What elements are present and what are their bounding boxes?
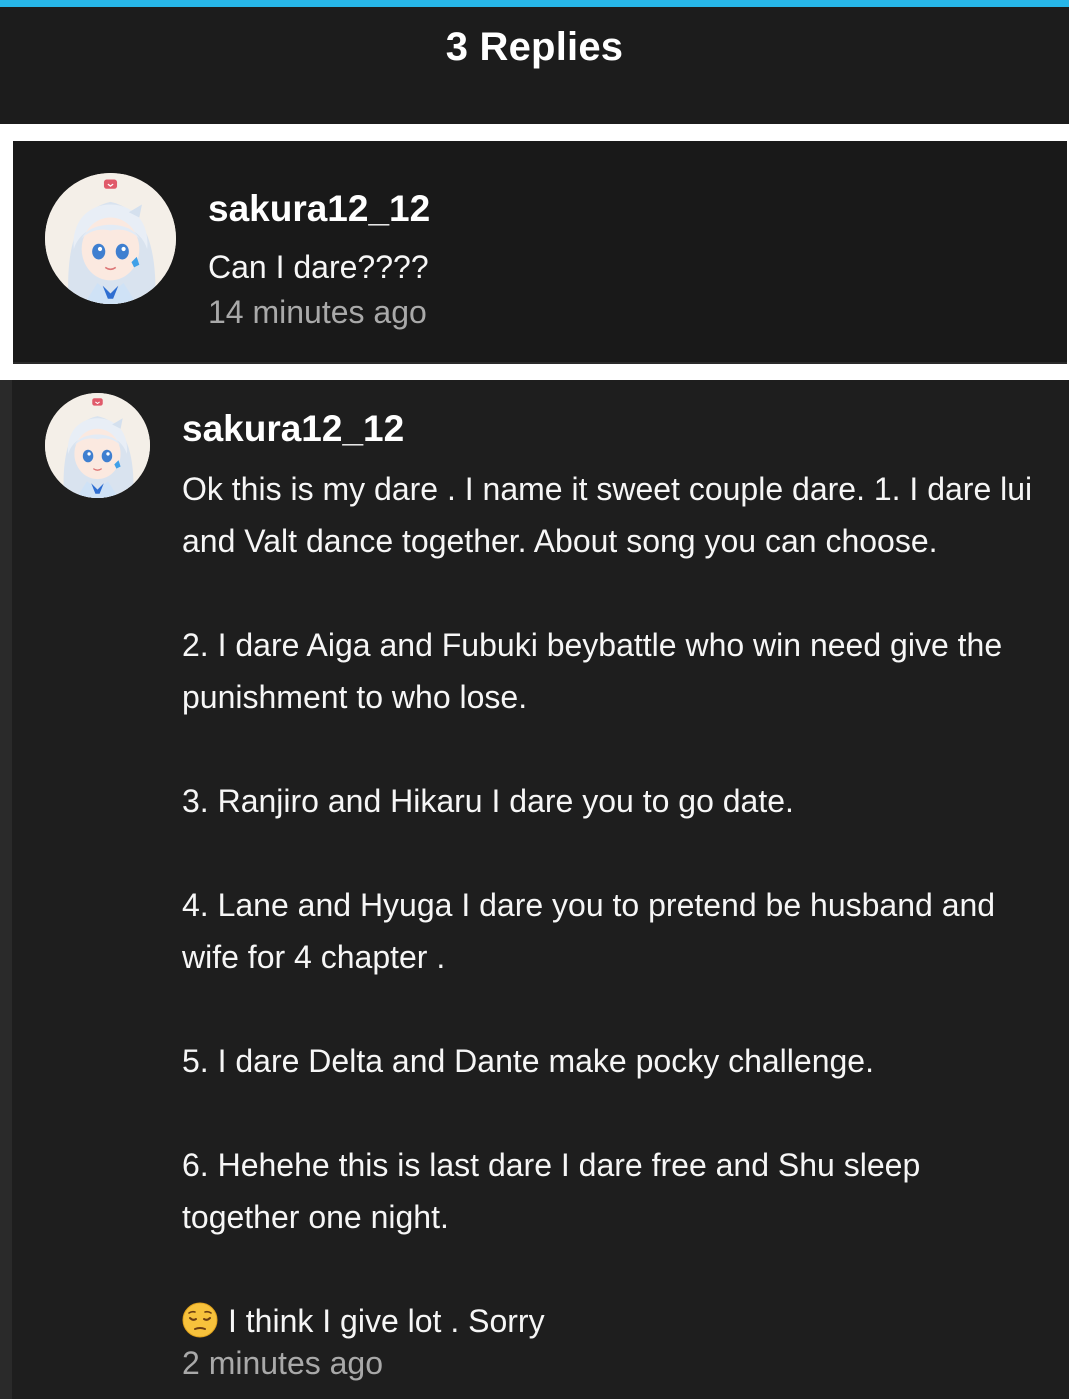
reply-paragraph: 5. I dare Delta and Dante make pocky cha… bbox=[182, 1043, 874, 1079]
avatar[interactable] bbox=[45, 173, 176, 304]
comment-text: Can I dare???? bbox=[208, 249, 429, 285]
comment-timestamp: 14 minutes ago bbox=[208, 294, 427, 330]
reply-text: Ok this is my dare . I name it sweet cou… bbox=[182, 463, 1042, 1347]
reply-paragraph: Ok this is my dare . I name it sweet cou… bbox=[182, 471, 1033, 559]
reply-closing-line: I think I give lot . Sorry bbox=[182, 1295, 1042, 1347]
avatar[interactable] bbox=[45, 393, 150, 498]
top-accent-bar bbox=[0, 0, 1069, 7]
reply-username[interactable]: sakura12_12 bbox=[182, 408, 404, 450]
comment-username[interactable]: sakura12_12 bbox=[208, 188, 430, 230]
reply-paragraph: 4. Lane and Hyuga I dare you to pretend … bbox=[182, 887, 996, 975]
reply-paragraph: 6. Hehehe this is last dare I dare free … bbox=[182, 1147, 921, 1235]
reply-closing-text: I think I give lot . Sorry bbox=[228, 1303, 545, 1339]
pensive-face-icon bbox=[182, 1302, 218, 1338]
reply-timestamp: 2 minutes ago bbox=[182, 1345, 384, 1381]
reply-paragraph: 2. I dare Aiga and Fubuki beybattle who … bbox=[182, 627, 1003, 715]
reply-paragraph: 3. Ranjiro and Hikaru I dare you to go d… bbox=[182, 783, 794, 819]
anime-girl-avatar-icon bbox=[45, 393, 150, 498]
page-title: 3 Replies bbox=[445, 25, 624, 69]
reply-thread-indent bbox=[0, 380, 12, 1399]
replies-header: 3 Replies bbox=[0, 7, 1069, 124]
anime-girl-avatar-icon bbox=[45, 173, 176, 304]
